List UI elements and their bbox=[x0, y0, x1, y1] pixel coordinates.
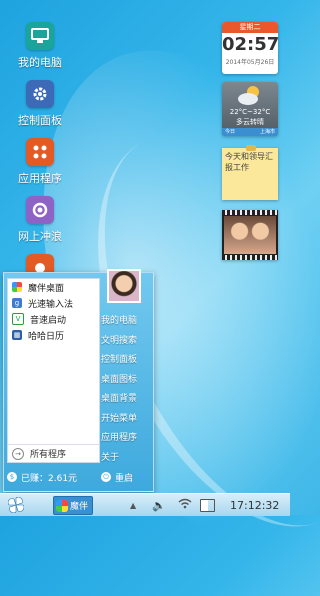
app-label: 音速启动 bbox=[30, 315, 67, 326]
restart-label: 重启 bbox=[115, 473, 134, 484]
film-strip bbox=[222, 255, 278, 260]
link-search[interactable]: 文明搜索 bbox=[101, 333, 151, 353]
taskbar-clock[interactable]: 17:12:32 bbox=[230, 499, 279, 512]
earnings-text: 已赚：2.61元 bbox=[21, 473, 78, 484]
desktop-icon-browser[interactable]: 网上冲浪 bbox=[10, 196, 70, 244]
all-programs-label: 所有程序 bbox=[30, 450, 67, 460]
clock-date: 2014年05月26日 bbox=[225, 59, 275, 66]
photo-widget[interactable] bbox=[222, 210, 278, 260]
power-icon: ⏻ bbox=[101, 472, 111, 482]
start-menu-footer: $ 已赚：2.61元 ⏻ 重启 bbox=[4, 463, 153, 491]
app-label: 魔伴桌面 bbox=[28, 283, 65, 294]
app-label: 哈哈日历 bbox=[28, 331, 65, 342]
browser-icon bbox=[26, 196, 54, 224]
coin-icon: $ bbox=[7, 472, 17, 482]
task-label: 魔伴 bbox=[70, 502, 89, 512]
desktop-icon-label: 我的电脑 bbox=[18, 56, 62, 69]
photo-image bbox=[224, 216, 276, 254]
pinwheel-icon bbox=[12, 282, 22, 292]
desktop-icon-control-panel[interactable]: 控制面板 bbox=[10, 80, 70, 128]
weather-desc: 多云转晴 bbox=[236, 118, 264, 126]
start-menu: 魔伴桌面 g 光速输入法 V 音速启动 ▦ 哈哈日历 → 所有程序 我的电脑 文… bbox=[3, 269, 154, 492]
link-start-menu[interactable]: 开始菜单 bbox=[101, 411, 151, 431]
start-menu-app[interactable]: g 光速输入法 bbox=[8, 295, 99, 311]
start-menu-links: 我的电脑 文明搜索 控制面板 桌面图标 桌面背景 开始菜单 应用程序 关于 bbox=[101, 313, 151, 469]
weather-bar: 今日 上海市 bbox=[222, 128, 278, 136]
taskbar-task-moban[interactable]: 魔伴 bbox=[53, 496, 93, 515]
keyboard-icon: g bbox=[12, 298, 22, 308]
pin-icon bbox=[246, 145, 256, 151]
weather-today: 今日 bbox=[225, 129, 236, 135]
start-menu-apps: 魔伴桌面 g 光速输入法 V 音速启动 ▦ 哈哈日历 → 所有程序 bbox=[7, 278, 100, 463]
pinwheel-icon bbox=[56, 499, 68, 512]
desktop-icon-label: 应用程序 bbox=[18, 172, 62, 185]
apps-icon bbox=[26, 138, 54, 166]
volume-icon[interactable]: 🔈 bbox=[152, 499, 166, 512]
weather-temp: 22°C~32°C bbox=[229, 108, 271, 116]
tray-expand-icon[interactable]: ▲ bbox=[130, 501, 136, 510]
desktop-icon-my-computer[interactable]: 我的电脑 bbox=[10, 22, 70, 70]
start-button[interactable] bbox=[7, 496, 25, 514]
restart-button[interactable]: ⏻ 重启 bbox=[101, 471, 133, 484]
wifi-icon[interactable] bbox=[178, 498, 192, 512]
earnings: $ 已赚：2.61元 bbox=[7, 471, 77, 484]
calendar-icon: ▦ bbox=[12, 330, 22, 340]
film-strip bbox=[222, 210, 278, 215]
pinwheel-start-icon bbox=[8, 497, 24, 513]
battery-icon[interactable] bbox=[200, 499, 215, 512]
start-menu-app[interactable]: 魔伴桌面 bbox=[8, 279, 99, 295]
arrow-right-icon: → bbox=[12, 447, 24, 460]
start-menu-app[interactable]: V 音速启动 bbox=[8, 311, 99, 327]
note-text: 今天和领导汇报工作 bbox=[225, 152, 273, 172]
clock-day: 星期二 bbox=[222, 22, 278, 33]
link-control-panel[interactable]: 控制面板 bbox=[101, 352, 151, 372]
app-label: 光速输入法 bbox=[28, 299, 74, 310]
monitor-icon bbox=[26, 22, 54, 50]
weather-city: 上海市 bbox=[259, 129, 275, 135]
desktop-icon-applications[interactable]: 应用程序 bbox=[10, 138, 70, 186]
desktop-icon-label: 控制面板 bbox=[18, 114, 62, 127]
weather-widget[interactable]: 22°C~32°C 多云转晴 今日 上海市 bbox=[222, 82, 278, 136]
cloud-sun-icon bbox=[238, 86, 259, 105]
all-programs-button[interactable]: → 所有程序 bbox=[8, 444, 99, 462]
desktop-icon-label: 网上冲浪 bbox=[18, 230, 62, 243]
clock-widget[interactable]: 星期二 02:57 2014年05月26日 bbox=[222, 22, 278, 74]
note-widget[interactable]: 今天和领导汇报工作 bbox=[222, 145, 278, 200]
taskbar: 魔伴 ▲ 🔈 17:12:32 bbox=[0, 493, 290, 516]
link-my-computer[interactable]: 我的电脑 bbox=[101, 313, 151, 333]
link-desktop-background[interactable]: 桌面背景 bbox=[101, 391, 151, 411]
link-applications[interactable]: 应用程序 bbox=[101, 430, 151, 450]
rocket-v-icon: V bbox=[12, 313, 24, 325]
start-menu-app[interactable]: ▦ 哈哈日历 bbox=[8, 327, 99, 343]
avatar[interactable] bbox=[107, 269, 141, 303]
link-desktop-icons[interactable]: 桌面图标 bbox=[101, 372, 151, 392]
clock-time: 02:57 bbox=[222, 34, 278, 55]
gear-icon bbox=[26, 80, 54, 108]
